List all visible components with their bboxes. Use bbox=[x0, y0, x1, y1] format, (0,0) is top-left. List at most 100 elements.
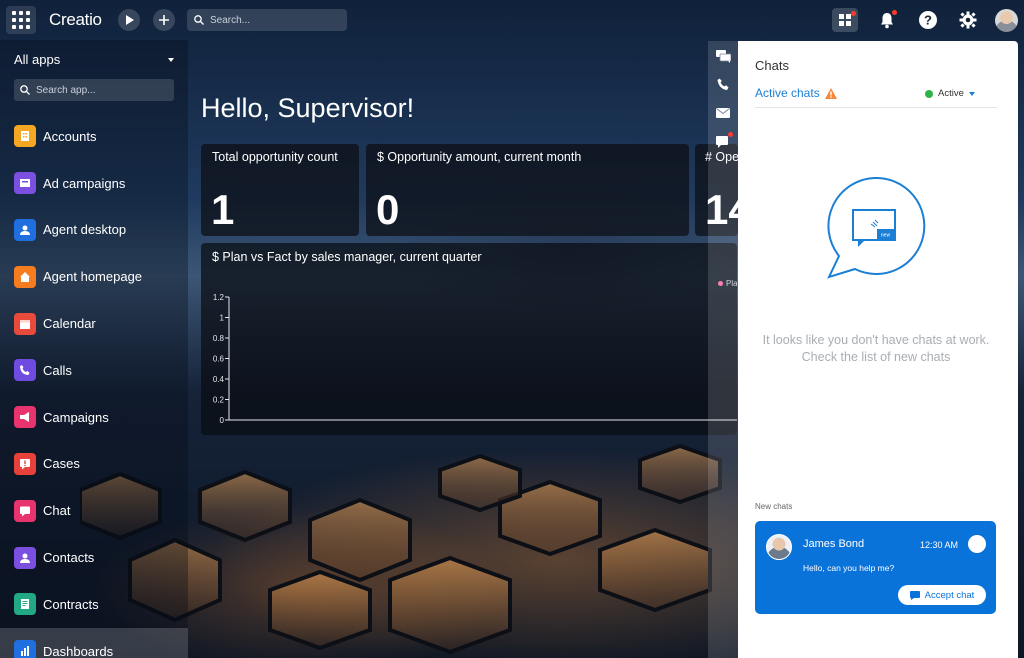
sidebar-item-label: Chat bbox=[43, 503, 71, 519]
accept-chat-button[interactable]: Accept chat bbox=[898, 585, 986, 605]
status-dot bbox=[925, 89, 933, 98]
app-grid-button[interactable] bbox=[6, 6, 36, 34]
active-chats-label: Active chats bbox=[755, 86, 820, 100]
communication-panel-button[interactable] bbox=[832, 8, 858, 32]
sidebar-item-label: Campaigns bbox=[43, 409, 109, 425]
y-tick-label: 0.4 bbox=[213, 375, 225, 384]
help-icon: ? bbox=[919, 11, 937, 29]
sidebar-item-accounts[interactable]: Accounts bbox=[0, 113, 188, 160]
sidebar-item-label: Ad campaigns bbox=[43, 175, 126, 191]
y-tick-label: 0 bbox=[220, 416, 225, 425]
y-tick-label: 1 bbox=[220, 314, 225, 323]
sidebar-item-label: Calendar bbox=[43, 316, 96, 332]
kpi-value: 1 bbox=[211, 186, 235, 233]
contacts-icon bbox=[14, 546, 36, 569]
sidebar-item-label: Agent homepage bbox=[43, 269, 143, 285]
home-icon bbox=[14, 265, 36, 288]
kpi-label: Total opportunity count bbox=[212, 150, 338, 164]
sidebar: All apps Accounts Ad campaigns Agent deskt… bbox=[0, 40, 188, 658]
chat-select-toggle[interactable] bbox=[968, 535, 986, 553]
rail-email-button[interactable] bbox=[712, 102, 734, 124]
megaphone-icon bbox=[14, 406, 36, 429]
chat-time: 12:30 AM bbox=[920, 540, 959, 550]
warning-icon bbox=[824, 87, 837, 99]
all-apps-label: All apps bbox=[14, 52, 61, 67]
chat-bubble-icon bbox=[909, 590, 920, 600]
dashboards-icon bbox=[14, 640, 36, 658]
svg-text:?: ? bbox=[924, 13, 932, 28]
communication-rail bbox=[708, 41, 738, 658]
y-tick-label: 0.2 bbox=[213, 396, 225, 405]
page-greeting: Hello, Supervisor! bbox=[201, 93, 415, 123]
plan-vs-fact-chart: 0 0.2 0.4 0.6 0.8 1 1.2 bbox=[213, 293, 737, 425]
sidebar-item-label: Calls bbox=[43, 362, 72, 378]
new-chat-card[interactable]: James Bond 12:30 AM Hello, can you help … bbox=[755, 521, 996, 614]
rail-feed-button[interactable] bbox=[712, 131, 734, 153]
notification-dot bbox=[892, 10, 897, 15]
notifications-button[interactable] bbox=[874, 8, 900, 32]
play-icon bbox=[125, 15, 134, 25]
empty-state-text: It looks like you don't have chats at wo… bbox=[762, 333, 990, 364]
agent-desktop-icon bbox=[14, 218, 36, 241]
help-button[interactable]: ? bbox=[915, 8, 941, 32]
sidebar-item-agent-desktop[interactable]: Agent desktop bbox=[0, 207, 188, 254]
kpi-card-total-opportunity-count[interactable]: Total opportunity count 1 bbox=[201, 144, 359, 236]
run-process-button[interactable] bbox=[118, 9, 140, 31]
user-avatar[interactable] bbox=[995, 9, 1018, 32]
sidebar-item-label: Cases bbox=[43, 456, 80, 472]
notification-dot bbox=[851, 11, 856, 16]
calendar-icon bbox=[14, 312, 36, 335]
email-icon bbox=[716, 108, 730, 118]
phone-icon bbox=[717, 78, 728, 90]
sidebar-item-chat[interactable]: Chat bbox=[0, 487, 188, 534]
plus-icon bbox=[159, 15, 169, 25]
add-button[interactable] bbox=[153, 9, 175, 31]
chat-icon bbox=[14, 499, 36, 522]
kpi-label: $ Opportunity amount, current month bbox=[377, 150, 582, 164]
gear-icon bbox=[959, 11, 977, 29]
sidebar-item-label: Contracts bbox=[43, 596, 99, 612]
sidebar-item-contracts[interactable]: Contracts bbox=[0, 581, 188, 628]
agent-status-dropdown[interactable]: Active bbox=[925, 88, 975, 99]
app-search[interactable] bbox=[14, 79, 174, 101]
sidebar-item-agent-homepage[interactable]: Agent homepage bbox=[0, 253, 188, 300]
sidebar-item-calendar[interactable]: Calendar bbox=[0, 300, 188, 347]
status-label: Active bbox=[938, 88, 964, 99]
sidebar-item-label: Accounts bbox=[43, 128, 97, 144]
sidebar-item-calls[interactable]: Calls bbox=[0, 347, 188, 394]
sidebar-item-label: Dashboards bbox=[43, 643, 114, 658]
contracts-icon bbox=[14, 593, 36, 616]
sidebar-item-ad-campaigns[interactable]: Ad campaigns bbox=[0, 160, 188, 207]
settings-button[interactable] bbox=[955, 8, 981, 32]
sidebar-item-contacts[interactable]: Contacts bbox=[0, 534, 188, 581]
rail-chats-button[interactable] bbox=[712, 45, 734, 67]
app-search-input[interactable] bbox=[36, 84, 156, 96]
new-chats-label: New chats bbox=[755, 502, 793, 511]
cases-icon bbox=[14, 452, 36, 475]
global-search-input[interactable] bbox=[210, 14, 330, 26]
notification-dot bbox=[728, 132, 733, 137]
global-search[interactable] bbox=[187, 9, 347, 31]
kpi-card-opportunity-amount[interactable]: $ Opportunity amount, current month 0 bbox=[366, 144, 689, 236]
sidebar-item-dashboards[interactable]: Dashboards bbox=[0, 627, 188, 658]
message-icon bbox=[716, 135, 728, 148]
chevron-down-icon bbox=[968, 91, 975, 96]
new-badge: new bbox=[881, 233, 891, 239]
chat-message: Hello, can you help me? bbox=[803, 563, 895, 573]
panel-title: Chats bbox=[755, 58, 789, 73]
chats-icon bbox=[715, 49, 731, 63]
chat-contact-name: James Bond bbox=[803, 538, 865, 550]
sidebar-item-cases[interactable]: Cases bbox=[0, 441, 188, 488]
chart-card-plan-vs-fact[interactable]: $ Plan vs Fact by sales manager, current… bbox=[201, 243, 737, 435]
sidebar-item-campaigns[interactable]: Campaigns bbox=[0, 394, 188, 441]
creatio-logo: Creatio bbox=[49, 10, 102, 29]
accounts-icon bbox=[14, 125, 36, 148]
apps-tiles-icon bbox=[839, 14, 851, 26]
active-chats-tab[interactable]: Active chats bbox=[755, 86, 837, 100]
y-tick-label: 0.8 bbox=[213, 334, 225, 343]
phone-icon bbox=[14, 359, 36, 382]
y-tick-label: 1.2 bbox=[213, 293, 225, 302]
rail-calls-button[interactable] bbox=[712, 73, 734, 95]
all-apps-dropdown[interactable]: All apps bbox=[14, 52, 174, 67]
avatar bbox=[766, 534, 792, 560]
